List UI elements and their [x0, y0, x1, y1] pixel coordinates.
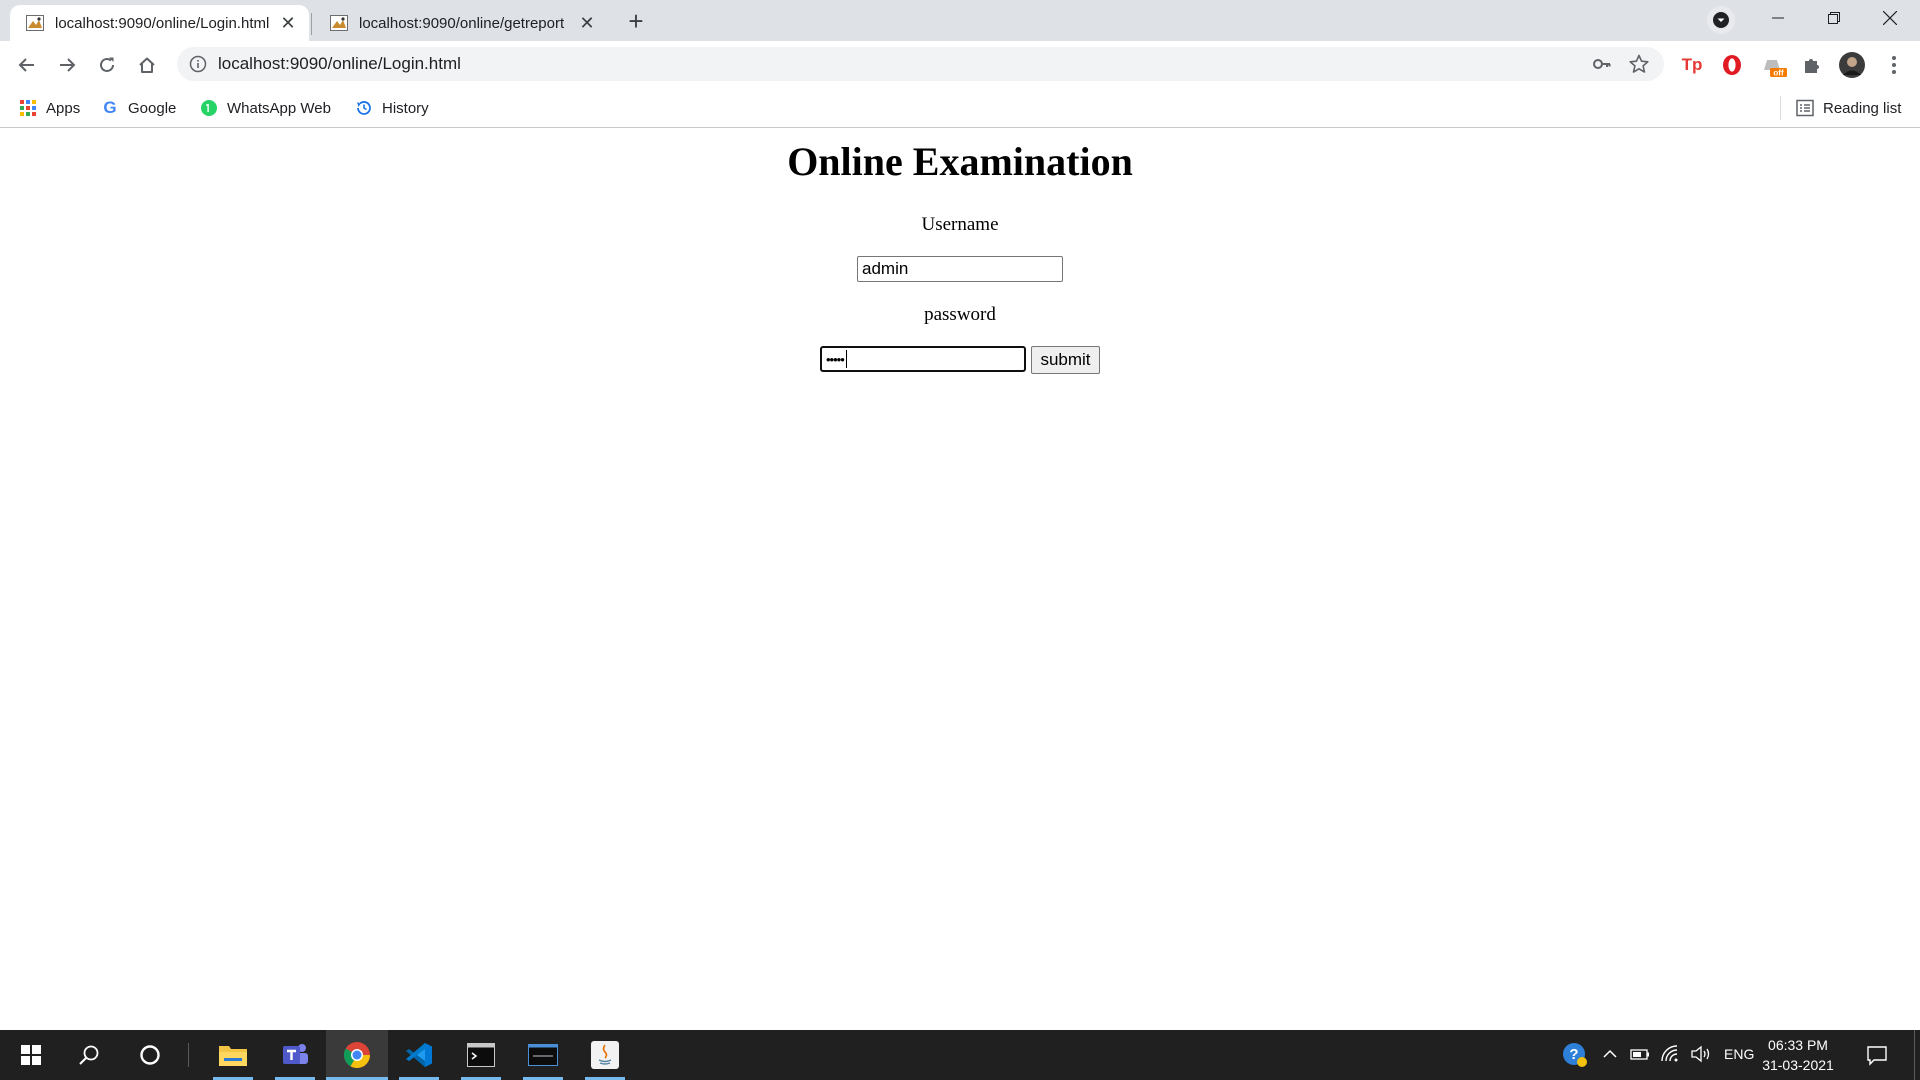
kebab-menu-icon[interactable] — [1880, 51, 1908, 79]
clock-date: 31-03-2021 — [1762, 1057, 1834, 1073]
bookmark-history[interactable]: History — [355, 96, 429, 120]
forward-button[interactable] — [50, 48, 84, 82]
bookmarks-bar: Apps G Google WhatsApp Web History Readi… — [0, 88, 1920, 128]
username-label: Username — [921, 214, 999, 235]
show-desktop-button[interactable] — [1914, 1030, 1915, 1080]
tab-title: localhost:9090/online/Login.html — [55, 14, 270, 32]
bookmark-apps[interactable]: Apps — [19, 96, 80, 120]
submit-button[interactable]: submit — [1031, 346, 1100, 374]
bookmark-google[interactable]: G Google — [101, 96, 176, 120]
password-mask: ••••• — [826, 351, 845, 367]
search-icon[interactable] — [58, 1030, 120, 1080]
page-title: Online Examination — [787, 139, 1133, 184]
file-explorer-icon[interactable] — [202, 1030, 264, 1080]
notification-center-icon[interactable] — [1866, 1044, 1888, 1066]
windows-taskbar: ? ENG 06:33 PM 31-03-2021 — [0, 1030, 1920, 1080]
tab-search-icon[interactable] — [1707, 6, 1735, 34]
cortana-icon[interactable] — [119, 1030, 181, 1080]
minimize-button[interactable] — [1750, 0, 1806, 36]
tab-divider — [311, 13, 312, 35]
bookmarks-divider — [1780, 96, 1781, 120]
mysql-icon[interactable] — [512, 1030, 574, 1080]
battery-icon[interactable] — [1630, 1046, 1650, 1062]
username-input[interactable] — [857, 256, 1063, 282]
page-favicon-icon — [329, 13, 349, 33]
history-icon — [355, 99, 373, 117]
svg-text:?: ? — [1569, 1046, 1578, 1063]
volume-icon[interactable] — [1690, 1044, 1712, 1064]
tab-close-icon[interactable]: ✕ — [277, 12, 299, 34]
teams-icon[interactable] — [264, 1030, 326, 1080]
bookmark-label: History — [382, 99, 429, 117]
password-label: password — [924, 304, 996, 325]
help-icon[interactable]: ? — [1562, 1042, 1588, 1068]
tab-title: localhost:9090/online/getreport — [359, 14, 565, 32]
puzzle-extensions-icon[interactable] — [1798, 51, 1826, 79]
terminal-icon[interactable] — [450, 1030, 512, 1080]
site-info-icon[interactable] — [189, 55, 207, 73]
extension-badge: off — [1773, 69, 1784, 78]
apps-grid-icon — [19, 99, 37, 117]
java-icon[interactable] — [574, 1030, 636, 1080]
new-tab-button[interactable]: + — [620, 5, 652, 37]
system-clock[interactable]: 06:33 PM 31-03-2021 — [1760, 1035, 1836, 1075]
close-window-button[interactable] — [1862, 0, 1918, 36]
chrome-icon[interactable] — [326, 1030, 388, 1080]
home-button[interactable] — [130, 48, 164, 82]
password-key-icon[interactable] — [1592, 54, 1612, 74]
address-bar[interactable]: localhost:9090/online/Login.html — [177, 47, 1664, 81]
bookmark-star-icon[interactable] — [1628, 53, 1650, 75]
tp-extension-icon[interactable]: Tp — [1678, 51, 1706, 79]
url-text[interactable]: localhost:9090/online/Login.html — [218, 54, 461, 74]
bookmark-label: WhatsApp Web — [227, 99, 331, 117]
reading-list-icon — [1796, 99, 1814, 117]
profile-avatar-icon[interactable] — [1838, 51, 1866, 79]
page-content: Online Examination Username password •••… — [0, 128, 1920, 1030]
chevron-up-icon[interactable] — [1602, 1046, 1618, 1062]
tab-getreport[interactable]: localhost:9090/online/getreport ✕ — [314, 5, 608, 41]
bookmark-label: Apps — [46, 99, 81, 117]
opera-extension-icon[interactable] — [1718, 51, 1746, 79]
whatsapp-icon — [200, 99, 218, 117]
off-extension-icon[interactable]: off — [1760, 51, 1788, 79]
wifi-icon[interactable] — [1660, 1044, 1680, 1064]
tab-login[interactable]: localhost:9090/online/Login.html ✕ — [10, 5, 309, 41]
bookmark-whatsapp-web[interactable]: WhatsApp Web — [200, 96, 331, 120]
back-button[interactable] — [10, 48, 44, 82]
tab-strip: localhost:9090/online/Login.html ✕ local… — [0, 0, 1920, 41]
text-cursor — [845, 350, 847, 368]
tab-close-icon[interactable]: ✕ — [576, 12, 598, 34]
reading-list-button[interactable]: Reading list — [1796, 96, 1901, 120]
vscode-icon[interactable] — [388, 1030, 450, 1080]
language-indicator[interactable]: ENG — [1724, 1046, 1754, 1062]
bookmark-label: Google — [128, 99, 177, 117]
reload-button[interactable] — [90, 48, 124, 82]
windows-start-icon[interactable] — [0, 1030, 62, 1080]
taskbar-divider — [188, 1043, 189, 1067]
page-favicon-icon — [25, 13, 45, 33]
password-input[interactable]: ••••• — [820, 346, 1026, 372]
google-icon: G — [103, 98, 117, 117]
clock-time: 06:33 PM — [1768, 1037, 1828, 1053]
restore-button[interactable] — [1806, 0, 1862, 36]
browser-toolbar: localhost:9090/online/Login.html Tp off — [0, 41, 1920, 88]
reading-list-label: Reading list — [1823, 99, 1902, 117]
